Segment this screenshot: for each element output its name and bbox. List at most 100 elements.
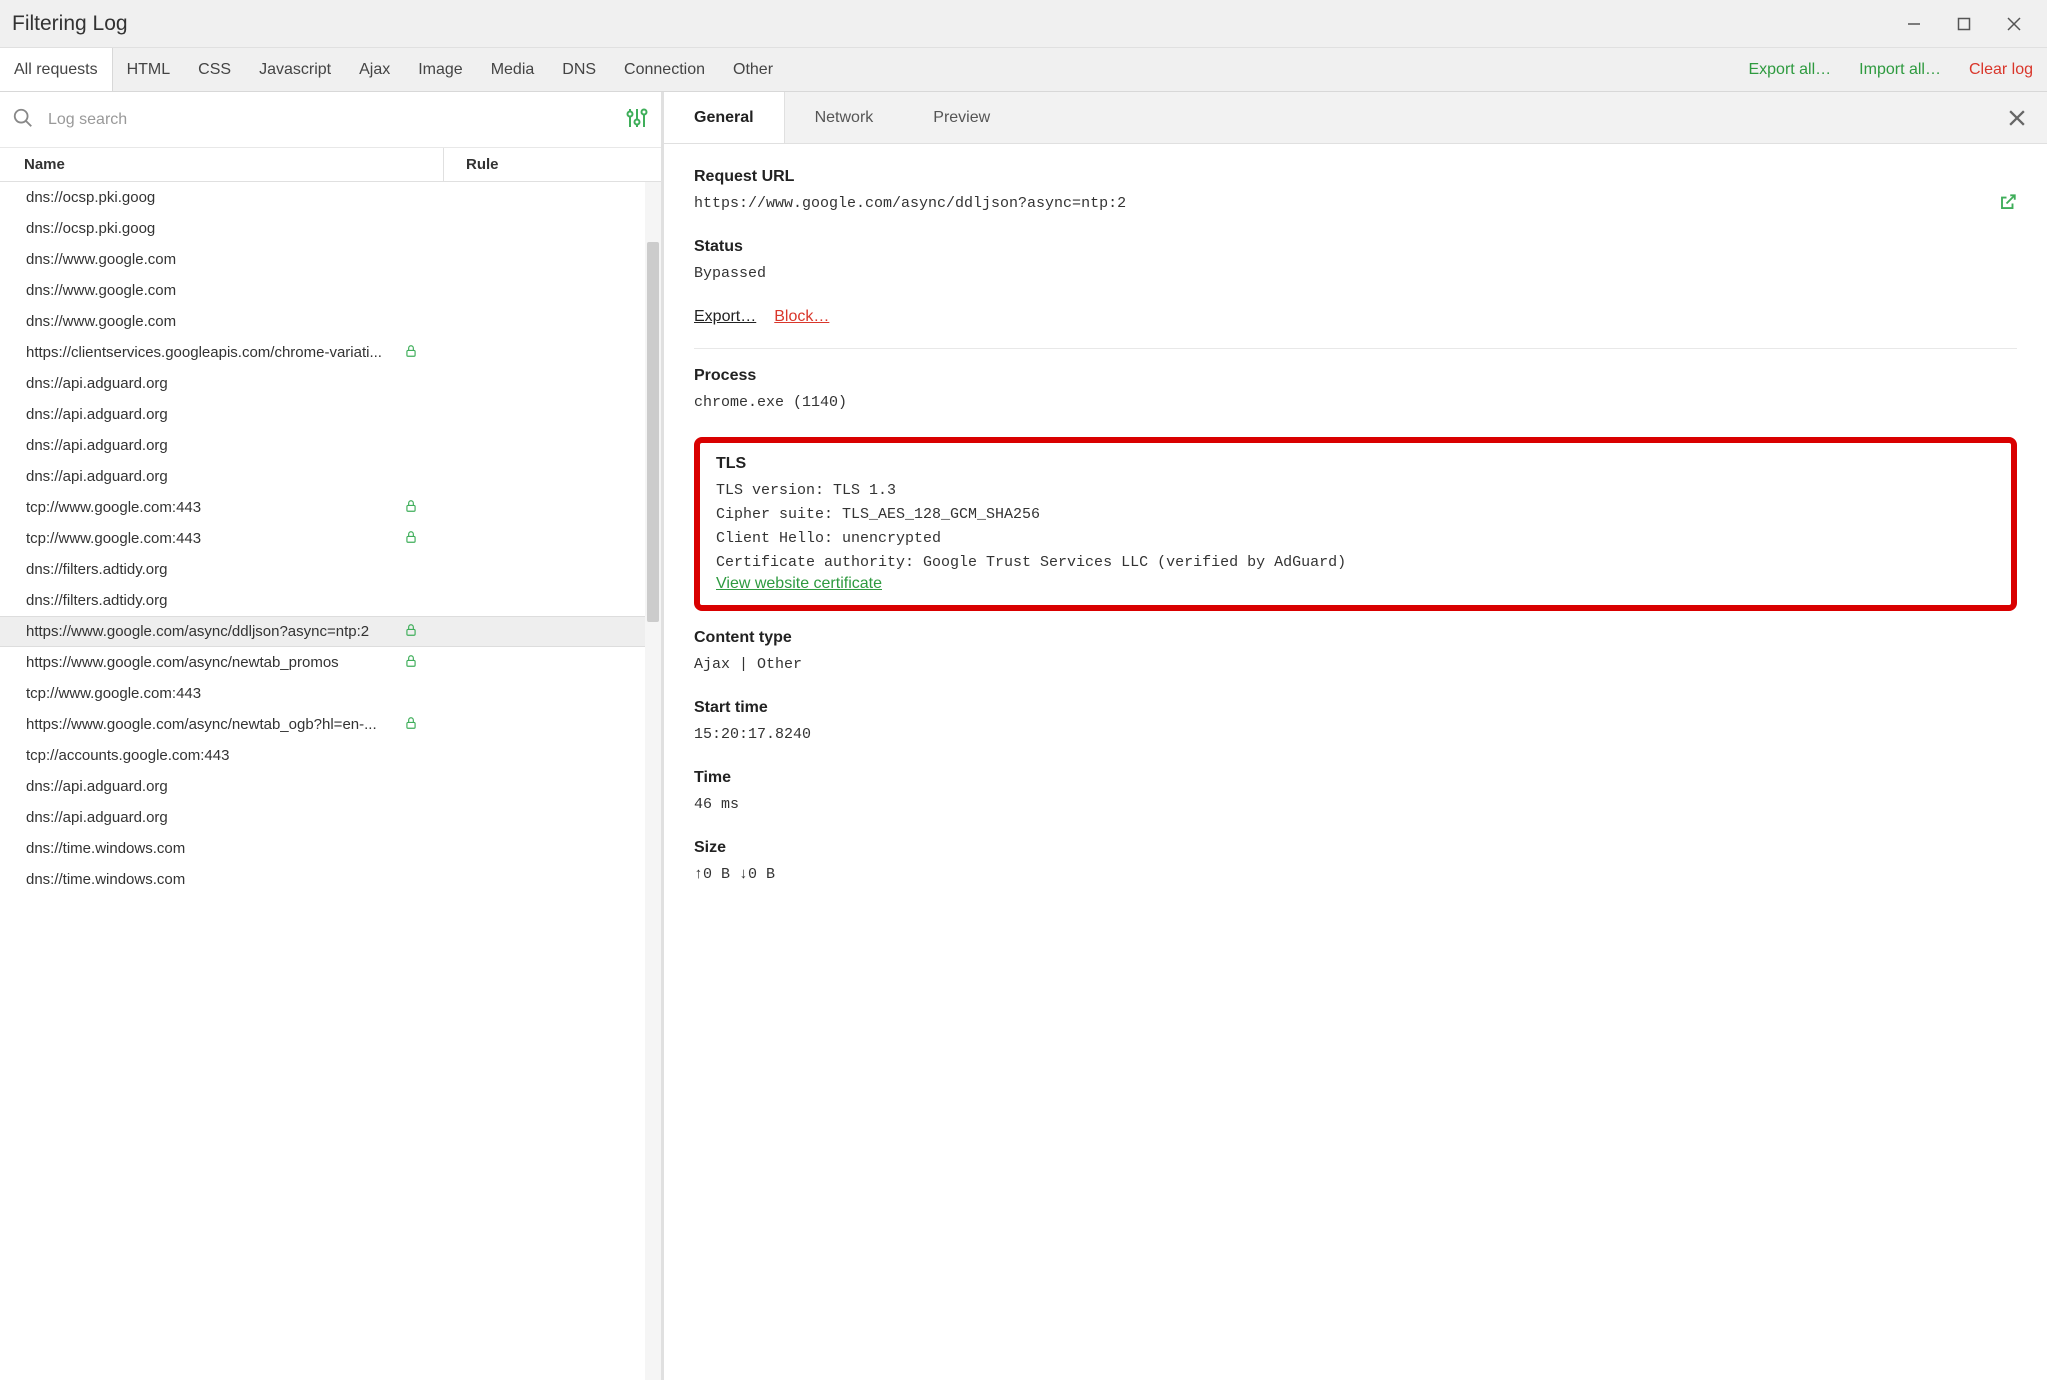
minimize-button[interactable] xyxy=(1903,13,1925,35)
size-label: Size xyxy=(694,839,2017,857)
close-detail-icon[interactable] xyxy=(1987,92,2047,143)
section-start-time: Start time 15:20:17.8240 xyxy=(694,699,2017,747)
log-row-url: tcp://www.google.com:443 xyxy=(26,499,400,516)
log-row[interactable]: dns://api.adguard.org xyxy=(0,771,661,802)
filter-tab-all-requests[interactable]: All requests xyxy=(0,48,113,91)
status-value: Bypassed xyxy=(694,262,2017,286)
import-all-link[interactable]: Import all… xyxy=(1845,48,1955,91)
section-process: Process chrome.exe (1140) xyxy=(694,367,2017,415)
log-row-url: tcp://accounts.google.com:443 xyxy=(26,747,400,764)
filter-toolbar: All requestsHTMLCSSJavascriptAjaxImageMe… xyxy=(0,48,2047,92)
log-row[interactable]: dns://www.google.com xyxy=(0,275,661,306)
filter-tab-image[interactable]: Image xyxy=(404,48,476,91)
detail-tab-general[interactable]: General xyxy=(664,92,785,143)
log-row[interactable]: dns://time.windows.com xyxy=(0,833,661,864)
log-row[interactable]: https://www.google.com/async/newtab_prom… xyxy=(0,647,661,678)
detail-tab-preview[interactable]: Preview xyxy=(903,92,1020,143)
log-row[interactable]: tcp://www.google.com:443 xyxy=(0,492,661,523)
log-row[interactable]: tcp://www.google.com:443 xyxy=(0,523,661,554)
column-rule[interactable]: Rule xyxy=(444,148,661,181)
start-time-label: Start time xyxy=(694,699,2017,717)
window-controls xyxy=(1903,13,2025,35)
block-link[interactable]: Block… xyxy=(774,308,829,326)
log-row-url: tcp://www.google.com:443 xyxy=(26,530,400,547)
log-row-url: dns://ocsp.pki.goog xyxy=(26,220,400,237)
section-status: Status Bypassed xyxy=(694,238,2017,286)
window-title: Filtering Log xyxy=(12,12,1903,36)
filter-tab-ajax[interactable]: Ajax xyxy=(345,48,404,91)
log-row-url: dns://time.windows.com xyxy=(26,871,400,888)
log-row-url: dns://www.google.com xyxy=(26,251,400,268)
log-row-url: https://www.google.com/async/ddljson?asy… xyxy=(26,623,400,640)
search-row xyxy=(0,92,661,148)
start-time-value: 15:20:17.8240 xyxy=(694,723,2017,747)
detail-tabs: GeneralNetworkPreview xyxy=(664,92,2047,144)
clear-log-link[interactable]: Clear log xyxy=(1955,48,2047,91)
filter-tab-connection[interactable]: Connection xyxy=(610,48,719,91)
log-row-url: dns://filters.adtidy.org xyxy=(26,592,400,609)
log-row[interactable]: tcp://accounts.google.com:443 xyxy=(0,740,661,771)
log-row[interactable]: dns://www.google.com xyxy=(0,306,661,337)
log-row[interactable]: https://clientservices.googleapis.com/ch… xyxy=(0,337,661,368)
log-row[interactable]: dns://filters.adtidy.org xyxy=(0,585,661,616)
log-row-url: dns://api.adguard.org xyxy=(26,406,400,423)
scrollbar-thumb[interactable] xyxy=(647,242,659,622)
maximize-button[interactable] xyxy=(1953,13,1975,35)
filter-settings-icon[interactable] xyxy=(625,106,649,134)
log-list[interactable]: dns://ocsp.pki.goog dns://ocsp.pki.goog dn… xyxy=(0,182,661,1380)
separator xyxy=(694,348,2017,349)
tls-label: TLS xyxy=(716,455,1995,473)
log-row[interactable]: dns://api.adguard.org xyxy=(0,430,661,461)
log-row-url: dns://filters.adtidy.org xyxy=(26,561,400,578)
log-row[interactable]: tcp://www.google.com:443 xyxy=(0,678,661,709)
view-certificate-link[interactable]: View website certificate xyxy=(716,575,882,592)
filter-tab-dns[interactable]: DNS xyxy=(548,48,610,91)
filter-tab-css[interactable]: CSS xyxy=(184,48,245,91)
log-row-url: dns://api.adguard.org xyxy=(26,778,400,795)
log-row-url: dns://api.adguard.org xyxy=(26,809,400,826)
detail-body: Request URL https://www.google.com/async… xyxy=(664,144,2047,1380)
export-link[interactable]: Export… xyxy=(694,308,756,326)
filter-tab-javascript[interactable]: Javascript xyxy=(245,48,345,91)
cert-authority: Certificate authority: Google Trust Serv… xyxy=(716,551,1995,575)
log-row-url: dns://www.google.com xyxy=(26,313,400,330)
log-row[interactable]: dns://ocsp.pki.goog xyxy=(0,182,661,213)
status-label: Status xyxy=(694,238,2017,256)
log-row[interactable]: dns://filters.adtidy.org xyxy=(0,554,661,585)
log-row-url: dns://time.windows.com xyxy=(26,840,400,857)
search-input[interactable] xyxy=(40,103,625,137)
export-all-link[interactable]: Export all… xyxy=(1734,48,1845,91)
log-row[interactable]: dns://time.windows.com xyxy=(0,864,661,895)
log-row[interactable]: dns://api.adguard.org xyxy=(0,802,661,833)
log-row[interactable]: dns://api.adguard.org xyxy=(0,399,661,430)
log-row-url: dns://api.adguard.org xyxy=(26,468,400,485)
search-icon xyxy=(12,107,40,133)
scrollbar-track[interactable] xyxy=(645,182,661,1380)
process-value: chrome.exe (1140) xyxy=(694,391,2017,415)
log-row-url: dns://api.adguard.org xyxy=(26,437,400,454)
log-row[interactable]: https://www.google.com/async/ddljson?asy… xyxy=(0,616,661,647)
log-pane: Name Rule dns://ocsp.pki.googdns://ocsp.… xyxy=(0,92,664,1380)
log-row-url: https://www.google.com/async/newtab_ogb?… xyxy=(26,716,400,733)
log-row[interactable]: dns://www.google.com xyxy=(0,244,661,275)
titlebar: Filtering Log xyxy=(0,0,2047,48)
time-label: Time xyxy=(694,769,2017,787)
log-row[interactable]: https://www.google.com/async/newtab_ogb?… xyxy=(0,709,661,740)
log-row-url: https://clientservices.googleapis.com/ch… xyxy=(26,344,400,361)
section-request-url: Request URL https://www.google.com/async… xyxy=(694,168,2017,216)
column-name[interactable]: Name xyxy=(0,148,444,181)
filter-tab-html[interactable]: HTML xyxy=(113,48,185,91)
log-row[interactable]: dns://api.adguard.org xyxy=(0,368,661,399)
content-type-value: Ajax | Other xyxy=(694,653,2017,677)
open-external-icon[interactable] xyxy=(1999,193,2017,215)
lock-icon xyxy=(400,623,418,641)
section-content-type: Content type Ajax | Other xyxy=(694,629,2017,677)
detail-tab-network[interactable]: Network xyxy=(785,92,904,143)
filter-tab-other[interactable]: Other xyxy=(719,48,787,91)
lock-icon xyxy=(400,654,418,672)
log-row[interactable]: dns://ocsp.pki.goog xyxy=(0,213,661,244)
close-button[interactable] xyxy=(2003,13,2025,35)
filter-tab-media[interactable]: Media xyxy=(477,48,549,91)
tls-highlight-box: TLS TLS version: TLS 1.3 Cipher suite: T… xyxy=(694,437,2017,611)
log-row[interactable]: dns://api.adguard.org xyxy=(0,461,661,492)
